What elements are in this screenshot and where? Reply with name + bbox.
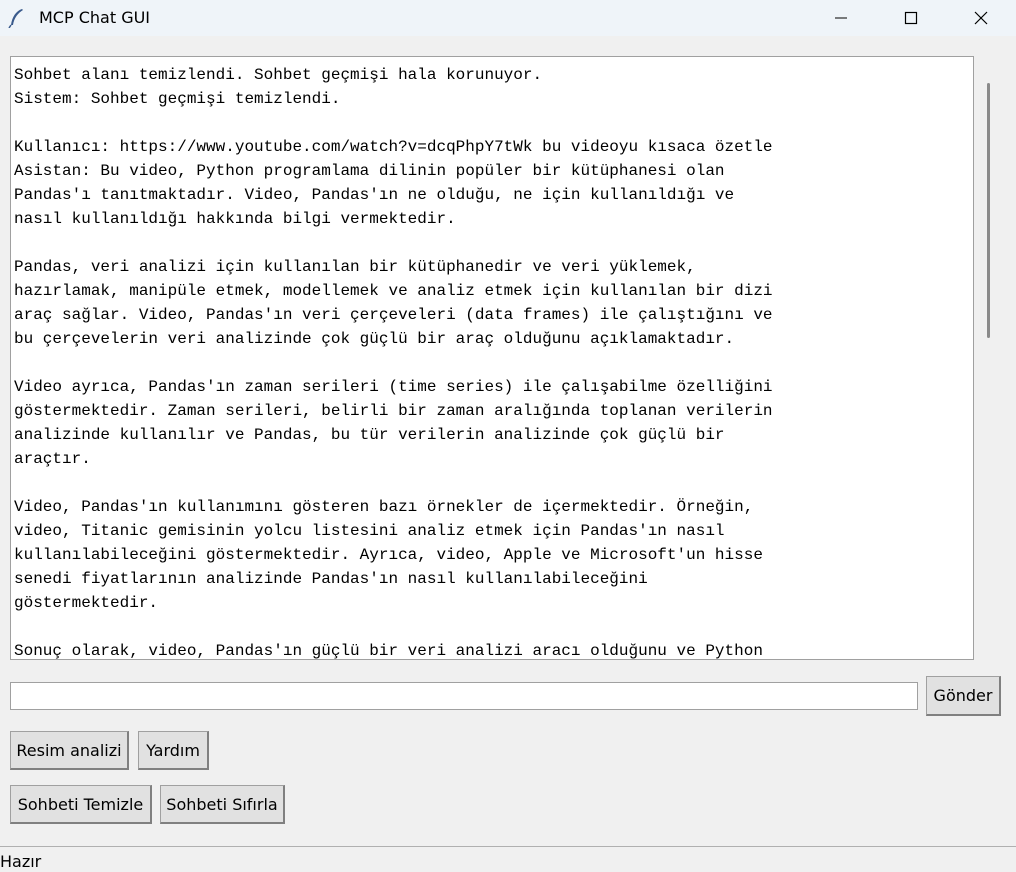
feather-icon	[8, 8, 26, 29]
scrollbar-thumb[interactable]	[987, 83, 990, 338]
chat-transcript: Sohbet alanı temizlendi. Sohbet geçmişi …	[14, 66, 773, 660]
minimize-button[interactable]	[818, 0, 864, 36]
chat-display[interactable]: Sohbet alanı temizlendi. Sohbet geçmişi …	[10, 56, 974, 660]
maximize-button[interactable]	[888, 0, 934, 36]
status-text: Hazır	[0, 852, 42, 871]
clear-chat-button[interactable]: Sohbeti Temizle	[10, 785, 152, 824]
help-button[interactable]: Yardım	[138, 731, 209, 770]
title-bar: MCP Chat GUI	[0, 0, 1016, 36]
reset-chat-button[interactable]: Sohbeti Sıfırla	[160, 785, 285, 824]
status-bar: Hazır	[0, 846, 1016, 872]
chat-scrollbar[interactable]	[978, 56, 998, 660]
send-button[interactable]: Gönder	[926, 676, 1001, 716]
window-title: MCP Chat GUI	[39, 8, 151, 27]
image-analysis-button[interactable]: Resim analizi	[10, 731, 129, 770]
message-input[interactable]	[10, 682, 918, 710]
close-button[interactable]	[958, 0, 1004, 36]
